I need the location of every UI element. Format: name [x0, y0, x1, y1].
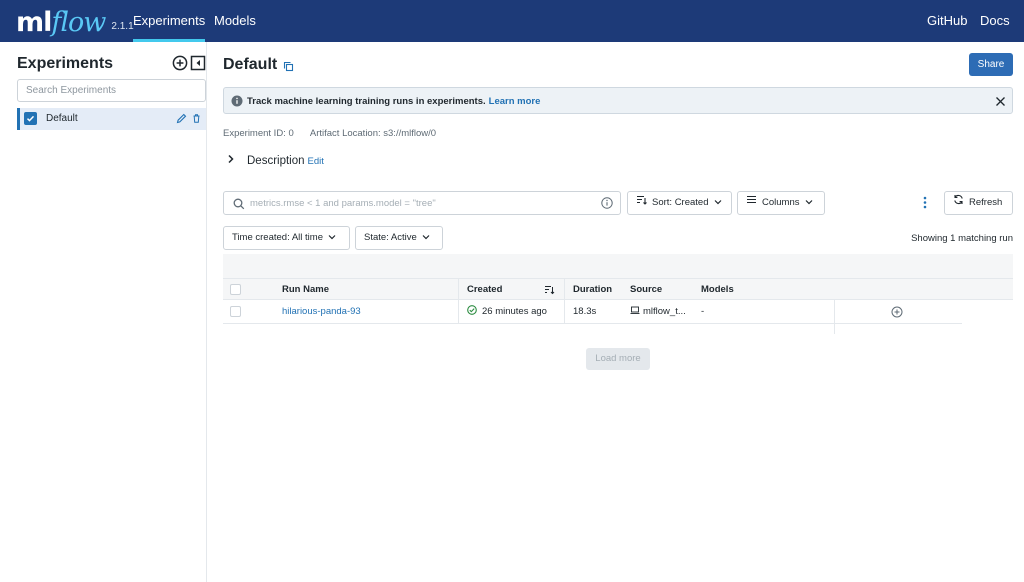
close-icon[interactable] [995, 95, 1006, 110]
info-banner: Track machine learning training runs in … [223, 87, 1013, 114]
load-more-button[interactable]: Load more [586, 348, 650, 370]
sort-label: Sort: Created [652, 197, 709, 208]
experiment-checkbox[interactable] [24, 112, 37, 125]
banner-text: Track machine learning training runs in … [247, 96, 540, 107]
source-cell[interactable]: mlflow_t... [630, 300, 686, 323]
logo-flow-text: flow [51, 7, 106, 38]
info-icon [231, 95, 243, 110]
delete-experiment-icon[interactable] [191, 112, 202, 127]
experiment-actions [176, 112, 202, 127]
success-check-icon [467, 305, 477, 318]
chevron-down-icon [714, 192, 722, 214]
refresh-button[interactable]: Refresh [944, 191, 1013, 215]
table-group-header [223, 254, 1013, 278]
time-created-filter[interactable]: Time created: All time [223, 226, 350, 250]
nav-experiments-label: Experiments [133, 13, 206, 28]
laptop-icon [630, 306, 640, 318]
description-label: Description [247, 155, 305, 167]
chevron-down-icon [328, 227, 336, 249]
nav-docs[interactable]: Docs [980, 0, 1010, 42]
top-nav-bar: ml flow 2.1.1 Experiments Models GitHub … [0, 0, 1024, 42]
share-button[interactable]: Share [969, 53, 1013, 76]
add-experiment-icon[interactable] [172, 55, 188, 71]
header-created[interactable]: Created [467, 279, 502, 299]
models-value: - [701, 306, 705, 317]
select-all-checkbox[interactable] [230, 279, 241, 299]
state-filter[interactable]: State: Active [355, 226, 443, 250]
page-title: Default [223, 56, 278, 73]
sidebar-title: Experiments [17, 55, 114, 72]
created-cell: 26 minutes ago [467, 300, 547, 323]
state-filter-label: State: Active [364, 232, 417, 243]
columns-icon [746, 192, 757, 214]
sort-icon [636, 192, 647, 214]
duration-value: 18.3s [573, 306, 597, 317]
sidebar-item-default[interactable]: Default [17, 108, 206, 130]
columns-label: Columns [762, 197, 800, 208]
time-filter-label: Time created: All time [232, 232, 323, 243]
collapse-sidebar-icon[interactable] [190, 55, 206, 71]
copy-icon[interactable] [283, 60, 294, 75]
header-source[interactable]: Source [630, 279, 662, 299]
run-name-link[interactable]: hilarious-panda-93 [282, 300, 361, 323]
mlflow-logo[interactable]: ml flow 2.1.1 [16, 2, 134, 40]
banner-message: Track machine learning training runs in … [247, 96, 486, 107]
nav-docs-label: Docs [980, 13, 1010, 28]
edit-experiment-icon[interactable] [176, 112, 187, 127]
nav-github[interactable]: GitHub [927, 0, 967, 42]
sort-button[interactable]: Sort: Created [627, 191, 732, 215]
search-placeholder: metrics.rmse < 1 and params.model = "tre… [250, 198, 436, 209]
row-checkbox[interactable] [230, 300, 241, 323]
add-column-icon[interactable] [891, 300, 903, 323]
refresh-icon [953, 192, 964, 214]
matching-runs-count: Showing 1 matching run [911, 233, 1013, 244]
table-header-row: Run Name Created Duration Source Models [223, 278, 1013, 301]
description-section[interactable]: Description Edit [227, 154, 324, 167]
chevron-right-icon[interactable] [227, 154, 235, 167]
experiment-id: Experiment ID: 0 [223, 128, 294, 139]
experiments-sidebar: Experiments Search Experiments Default [0, 42, 207, 582]
more-options-icon[interactable] [923, 196, 927, 212]
info-icon[interactable] [601, 197, 613, 212]
table-row[interactable]: hilarious-panda-93 26 minutes ago 18.3s … [223, 300, 962, 334]
refresh-label: Refresh [969, 197, 1003, 208]
created-value: 26 minutes ago [482, 306, 547, 317]
search-experiments-input[interactable]: Search Experiments [17, 79, 206, 102]
experiment-meta: Experiment ID: 0 Artifact Location: s3:/… [223, 128, 450, 139]
nav-github-label: GitHub [927, 13, 968, 28]
logo-ml-text: ml [16, 7, 52, 38]
nav-models-label: Models [214, 13, 256, 28]
header-run-name[interactable]: Run Name [282, 279, 329, 299]
source-value: mlflow_t... [643, 306, 686, 317]
chevron-down-icon [805, 192, 813, 214]
header-duration[interactable]: Duration [573, 279, 612, 299]
nav-models[interactable]: Models [214, 0, 256, 42]
version-label: 2.1.1 [111, 21, 134, 32]
sort-desc-icon[interactable] [544, 279, 555, 299]
header-models[interactable]: Models [701, 279, 734, 299]
columns-button[interactable]: Columns [737, 191, 825, 215]
artifact-location: Artifact Location: s3://mlflow/0 [309, 128, 437, 139]
chevron-down-icon [422, 227, 430, 249]
sidebar-actions [172, 55, 206, 71]
experiment-label: Default [46, 113, 78, 124]
search-icon [233, 198, 245, 213]
nav-experiments[interactable]: Experiments [133, 0, 206, 42]
learn-more-link[interactable]: Learn more [489, 96, 541, 107]
runs-search-input[interactable]: metrics.rmse < 1 and params.model = "tre… [223, 191, 621, 215]
description-edit-link[interactable]: Edit [308, 156, 324, 167]
